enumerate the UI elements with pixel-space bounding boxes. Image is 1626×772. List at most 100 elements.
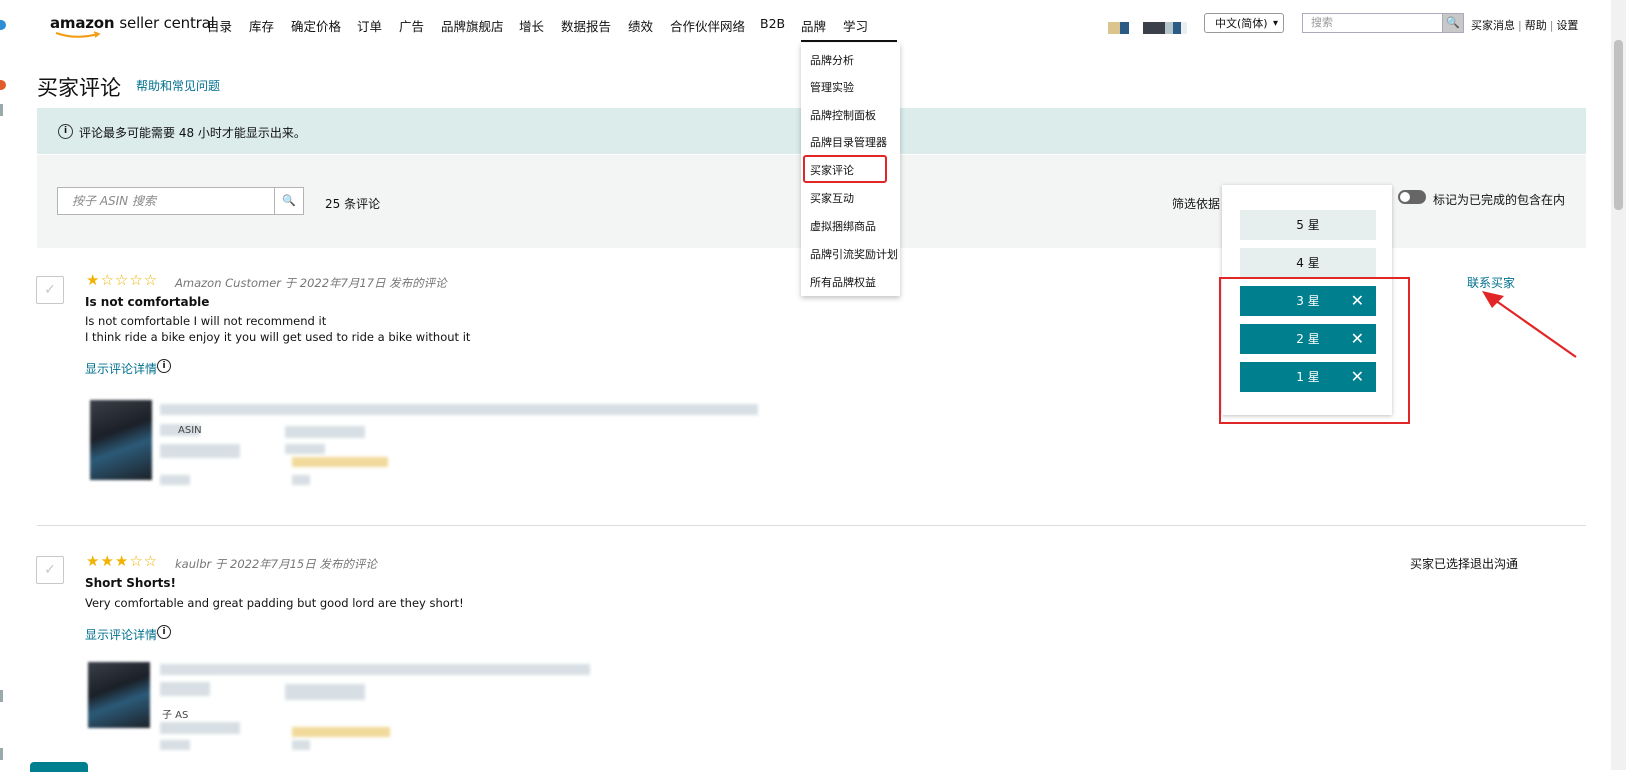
bottom-action-button[interactable]: [30, 762, 88, 772]
include-completed-toggle[interactable]: [1398, 190, 1426, 204]
brand-menu-item-catalog-manager[interactable]: 品牌目录管理器: [810, 134, 887, 150]
product-thumbnail: [90, 400, 152, 480]
settings-link[interactable]: 设置: [1556, 19, 1578, 32]
nav-partner-network[interactable]: 合作伙伴网络: [670, 16, 745, 35]
nav-pricing[interactable]: 确定价格: [291, 16, 341, 35]
brand-menu-item-dashboard[interactable]: 品牌控制面板: [810, 107, 876, 123]
show-review-details-link[interactable]: 显示评论详情: [85, 360, 157, 377]
product-title-blur: [160, 664, 590, 675]
left-edge-strip: [0, 0, 12, 770]
nav-catalog[interactable]: 目录: [207, 16, 232, 35]
nav-orders[interactable]: 订单: [357, 16, 382, 35]
nav-inventory[interactable]: 库存: [249, 16, 274, 35]
logo-product-text: seller central: [119, 14, 215, 32]
nav-growth[interactable]: 增长: [519, 16, 544, 35]
check-icon: ✓: [44, 282, 56, 298]
account-blur: [1120, 22, 1129, 34]
edge-mark: [0, 104, 3, 116]
search-input[interactable]: 搜索: [1302, 13, 1444, 33]
buyer-messages-link[interactable]: 买家消息: [1471, 19, 1515, 32]
info-icon: i: [58, 124, 73, 139]
annotation-highlight-box: [1219, 277, 1410, 424]
product-info-blur: [285, 684, 365, 700]
info-icon[interactable]: i: [157, 625, 171, 639]
logo-brand-text: amazon: [50, 14, 115, 32]
seller-central-logo[interactable]: amazon seller central: [50, 14, 215, 32]
separator: |: [1549, 19, 1554, 32]
star-rating: ★★★☆☆: [86, 554, 158, 569]
brand-menu-item-virtual-bundles[interactable]: 虚拟捆绑商品: [810, 218, 876, 234]
scrollbar-thumb[interactable]: [1614, 40, 1623, 210]
star-option-label: 4 星: [1296, 256, 1320, 270]
review-checkbox[interactable]: ✓: [36, 276, 64, 304]
language-select[interactable]: 中文(简体) ▾: [1204, 13, 1284, 33]
edge-mark: [0, 748, 3, 760]
toggle-knob: [1400, 192, 1410, 202]
brand-menu-item-referral-bonus[interactable]: 品牌引流奖励计划: [810, 246, 898, 262]
star-empty-icon: ☆☆: [129, 552, 159, 570]
nav-stores[interactable]: 品牌旗舰店: [441, 16, 504, 35]
product-info-blur: [285, 444, 325, 454]
page-scrollbar[interactable]: [1611, 0, 1626, 770]
product-rating-blur: [292, 727, 390, 737]
star-option-5[interactable]: 5 星: [1240, 210, 1376, 240]
account-blur: [1173, 22, 1181, 34]
account-blur: [1108, 22, 1120, 34]
chevron-down-icon: ▾: [1272, 18, 1278, 29]
buyer-opted-out-status: 买家已选择退出沟通: [1410, 557, 1519, 571]
review-title: Is not comfortable: [85, 295, 210, 309]
nav-learn[interactable]: 学习: [843, 16, 868, 35]
star-option-4[interactable]: 4 星: [1240, 248, 1376, 278]
nav-reports[interactable]: 数据报告: [561, 16, 611, 35]
product-info-blur: [292, 740, 310, 750]
review-count: 25 条评论: [325, 197, 381, 211]
review-meta: kaulbr 于 2022年7月15日 发布的评论: [175, 557, 377, 571]
brand-menu-item-analytics[interactable]: 品牌分析: [810, 52, 854, 68]
account-blur: [1143, 22, 1165, 34]
product-asin-label: 子 AS: [162, 710, 189, 721]
filter-label: 筛选依据: [1172, 197, 1221, 211]
product-asin-label: ASIN: [178, 425, 202, 436]
star-option-label: 5 星: [1296, 218, 1320, 232]
top-links: 买家消息 | 帮助 | 设置: [1471, 17, 1578, 33]
page-title: 买家评论: [37, 76, 121, 100]
product-thumbnail: [88, 662, 150, 728]
product-info-blur: [160, 682, 210, 696]
product-info-blur: [160, 475, 190, 485]
help-link-top[interactable]: 帮助: [1525, 19, 1547, 32]
annotation-arrow-icon: [1482, 291, 1577, 358]
amazon-smile-icon: [55, 31, 101, 38]
check-icon: ✓: [44, 562, 56, 578]
separator: |: [1518, 19, 1522, 32]
info-icon[interactable]: i: [157, 359, 171, 373]
star-empty-icon: ☆☆☆☆: [100, 271, 159, 289]
brand-menu-item-all-benefits[interactable]: 所有品牌权益: [810, 274, 876, 290]
nav-active-underline: [801, 40, 897, 42]
show-review-details-link[interactable]: 显示评论详情: [85, 626, 157, 643]
nav-performance[interactable]: 绩效: [628, 16, 653, 35]
edge-indicator-orange: [0, 80, 6, 90]
review-meta: Amazon Customer 于 2022年7月17日 发布的评论: [175, 276, 447, 290]
nav-b2b[interactable]: B2B: [760, 16, 785, 31]
search-icon: 🔍: [1446, 16, 1460, 29]
star-filled-icon: ★: [86, 271, 101, 289]
product-rating-blur: [292, 457, 388, 467]
contact-buyer-link[interactable]: 联系买家: [1467, 274, 1515, 291]
nav-advertising[interactable]: 广告: [399, 16, 424, 35]
review-checkbox[interactable]: ✓: [36, 556, 64, 584]
product-info-blur: [285, 426, 365, 438]
brand-menu-item-experiments[interactable]: 管理实验: [810, 79, 854, 95]
review-body-line: Very comfortable and great padding but g…: [85, 596, 464, 610]
account-blur: [1165, 22, 1173, 34]
review-body-line: I think ride a bike enjoy it you will ge…: [85, 330, 471, 344]
search-button[interactable]: 🔍: [1442, 13, 1464, 33]
review-title: Short Shorts!: [85, 576, 176, 590]
brand-menu-item-customer-engagement[interactable]: 买家互动: [810, 190, 854, 206]
help-faq-link[interactable]: 帮助和常见问题: [136, 77, 220, 94]
search-icon: 🔍: [282, 194, 296, 207]
nav-brands[interactable]: 品牌: [801, 16, 826, 35]
asin-search-button[interactable]: 🔍: [274, 187, 304, 215]
product-info-blur: [160, 444, 240, 458]
asin-search-input[interactable]: 按子 ASIN 搜索: [57, 187, 275, 215]
product-title-blur: [160, 404, 758, 415]
